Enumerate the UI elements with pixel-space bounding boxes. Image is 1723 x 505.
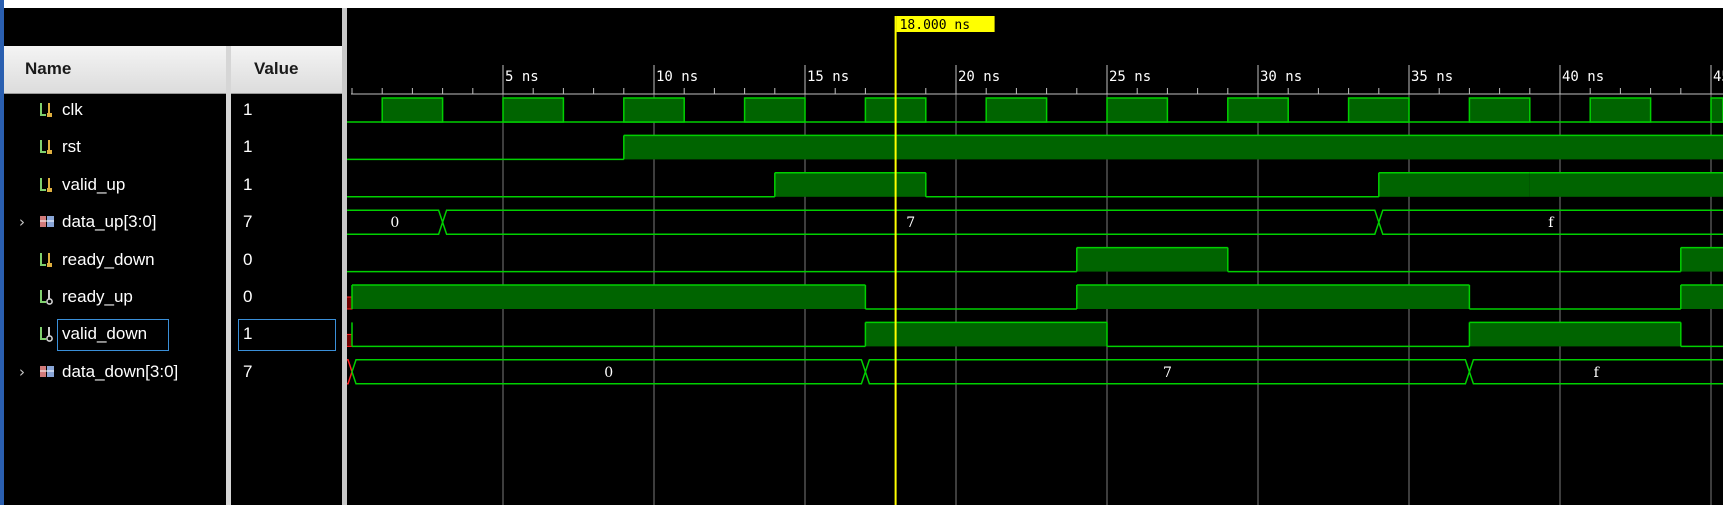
ruler-tick-label: 20 ns <box>958 69 1000 85</box>
signal-row[interactable]: ready_down 0 <box>4 242 342 279</box>
value-column-header[interactable]: Value <box>254 59 298 79</box>
signal-row[interactable]: › data_down[3:0] 7 <box>4 354 342 391</box>
waveform-panel[interactable]: 5 ns 10 ns 15 ns 20 ns 25 ns 30 ns 35 ns 40 ns 4… <box>347 8 1723 505</box>
clock-pulse <box>623 97 685 123</box>
clock-pulse <box>381 97 444 123</box>
signal-name[interactable]: ready_down <box>62 250 155 270</box>
signal-icon <box>38 176 56 194</box>
signal-name[interactable]: clk <box>62 100 83 120</box>
signal-value[interactable]: 1 <box>243 175 252 195</box>
ruler-tick-label: 15 ns <box>807 69 849 85</box>
ruler-tick-label: 5 ns <box>505 69 539 85</box>
bus-value-label: 0 <box>390 215 399 231</box>
signal-row[interactable]: valid_up 1 <box>4 167 342 204</box>
selected-name-outline <box>57 319 169 352</box>
selected-value-outline <box>238 319 336 352</box>
clock-pulse <box>1347 97 1410 123</box>
bus-value-label: 7 <box>1163 365 1172 381</box>
clock-pulse <box>1106 97 1169 123</box>
waveform-canvas[interactable]: 5 ns 10 ns 15 ns 20 ns 25 ns 30 ns 35 ns 40 ns 4… <box>347 8 1723 505</box>
clock-pulse <box>1589 97 1652 123</box>
clock-pulse <box>1468 97 1531 123</box>
high-fill <box>1529 172 1723 197</box>
high-fill <box>623 135 1723 160</box>
high-fill <box>865 322 1107 347</box>
signal-icon <box>38 101 56 119</box>
bus-value-label: f <box>1594 365 1601 381</box>
clock-pulse <box>985 97 1048 123</box>
cursor-time-label: 18.000 ns <box>900 18 970 33</box>
high-fill <box>1680 285 1723 309</box>
signal-name[interactable]: rst <box>62 137 81 157</box>
high-fill <box>774 172 926 197</box>
output-signal-icon <box>38 288 56 306</box>
signal-value[interactable]: 1 <box>243 100 252 120</box>
ruler-tick-label: 25 ns <box>1109 69 1151 85</box>
ruler-tick-label: 30 ns <box>1260 69 1302 85</box>
signal-name[interactable]: ready_up <box>62 287 133 307</box>
high-fill <box>1076 285 1470 309</box>
signal-icon <box>38 138 56 156</box>
bus-value-label: f <box>1548 215 1555 231</box>
clock-pulse <box>502 97 565 123</box>
clock-pulse <box>1710 97 1723 123</box>
signal-row[interactable]: ready_up 0 <box>4 279 342 316</box>
signal-value[interactable]: 7 <box>243 212 252 232</box>
signal-value[interactable]: 1 <box>243 137 252 157</box>
signal-name[interactable]: data_down[3:0] <box>62 362 178 382</box>
high-fill <box>1378 172 1530 197</box>
ruler-tick-label: 45 ns <box>1713 69 1723 85</box>
signal-row[interactable]: › data_up[3:0] 7 <box>4 204 342 241</box>
high-fill <box>352 285 866 309</box>
expand-chevron-icon[interactable]: › <box>19 363 25 381</box>
clock-pulse <box>743 97 806 123</box>
bus-value-label: 0 <box>604 365 613 381</box>
expand-chevron-icon[interactable]: › <box>19 213 25 231</box>
signal-name[interactable]: data_up[3:0] <box>62 212 157 232</box>
bus-icon <box>38 213 56 231</box>
waveform-viewer: Name Value clk 1 rst 1 valid_up 1 › data_up[3:0… <box>0 0 1723 505</box>
signal-row[interactable]: clk 1 <box>4 92 342 129</box>
signal-value[interactable]: 7 <box>243 362 252 382</box>
signal-name[interactable]: valid_up <box>62 175 125 195</box>
high-fill <box>1469 322 1681 347</box>
signal-row[interactable]: rst 1 <box>4 129 342 166</box>
name-column-header[interactable]: Name <box>25 59 71 79</box>
ruler-tick-label: 35 ns <box>1411 69 1453 85</box>
ruler-tick-label: 10 ns <box>656 69 698 85</box>
bus-value-label: 7 <box>906 215 915 231</box>
signal-list-header: Name Value <box>4 46 342 94</box>
ruler-tick-label: 40 ns <box>1562 69 1604 85</box>
clock-pulse <box>1227 97 1289 123</box>
signal-value[interactable]: 0 <box>243 250 252 270</box>
signal-icon <box>38 251 56 269</box>
signal-value[interactable]: 0 <box>243 287 252 307</box>
output-signal-icon <box>38 325 56 343</box>
high-fill <box>1680 247 1723 272</box>
bus-icon <box>38 363 56 381</box>
signal-row[interactable]: valid_down 1 <box>4 316 342 353</box>
high-fill <box>1076 247 1228 272</box>
